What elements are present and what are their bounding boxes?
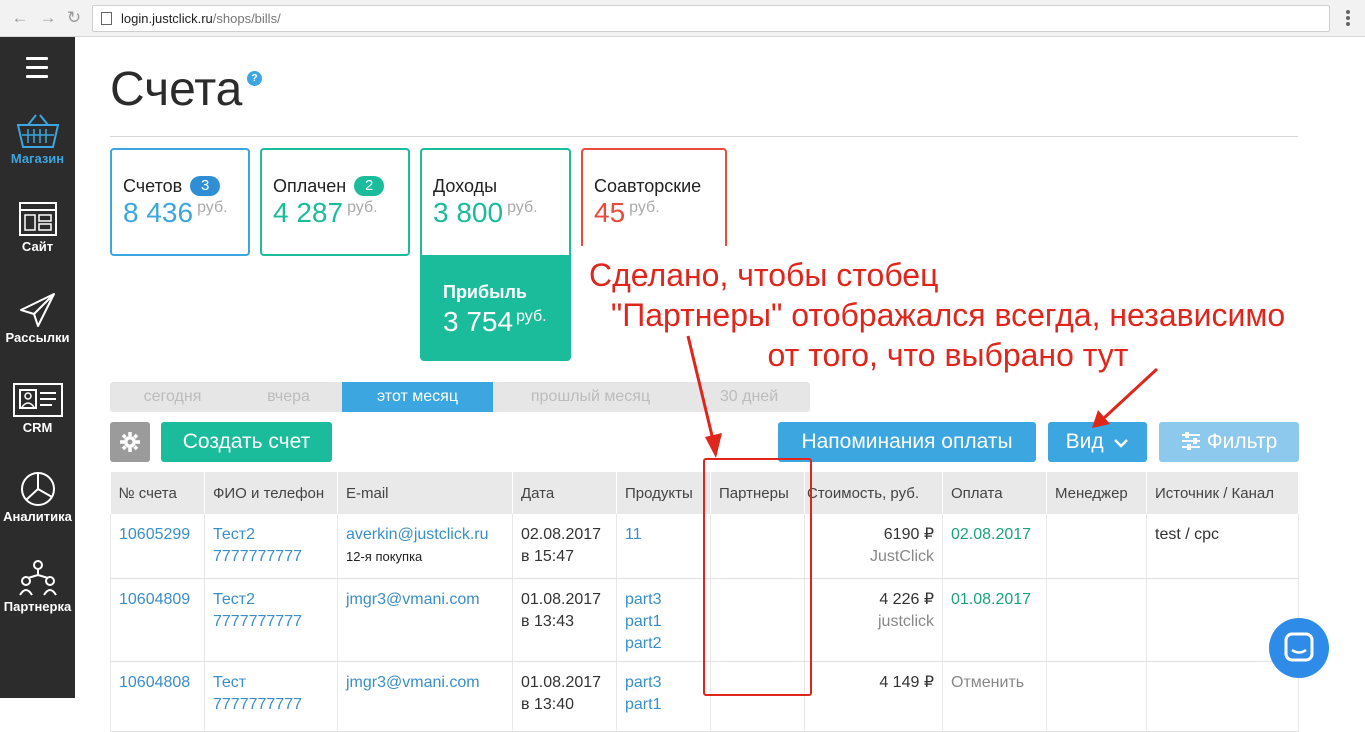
- customer-phone[interactable]: 7777777777: [213, 696, 302, 713]
- bill-time: в 13:40: [521, 695, 574, 713]
- chat-widget-button[interactable]: [1269, 618, 1329, 678]
- product-link[interactable]: part1: [625, 696, 661, 713]
- chat-icon: [1284, 632, 1314, 662]
- annotation-arrows: [686, 335, 1159, 458]
